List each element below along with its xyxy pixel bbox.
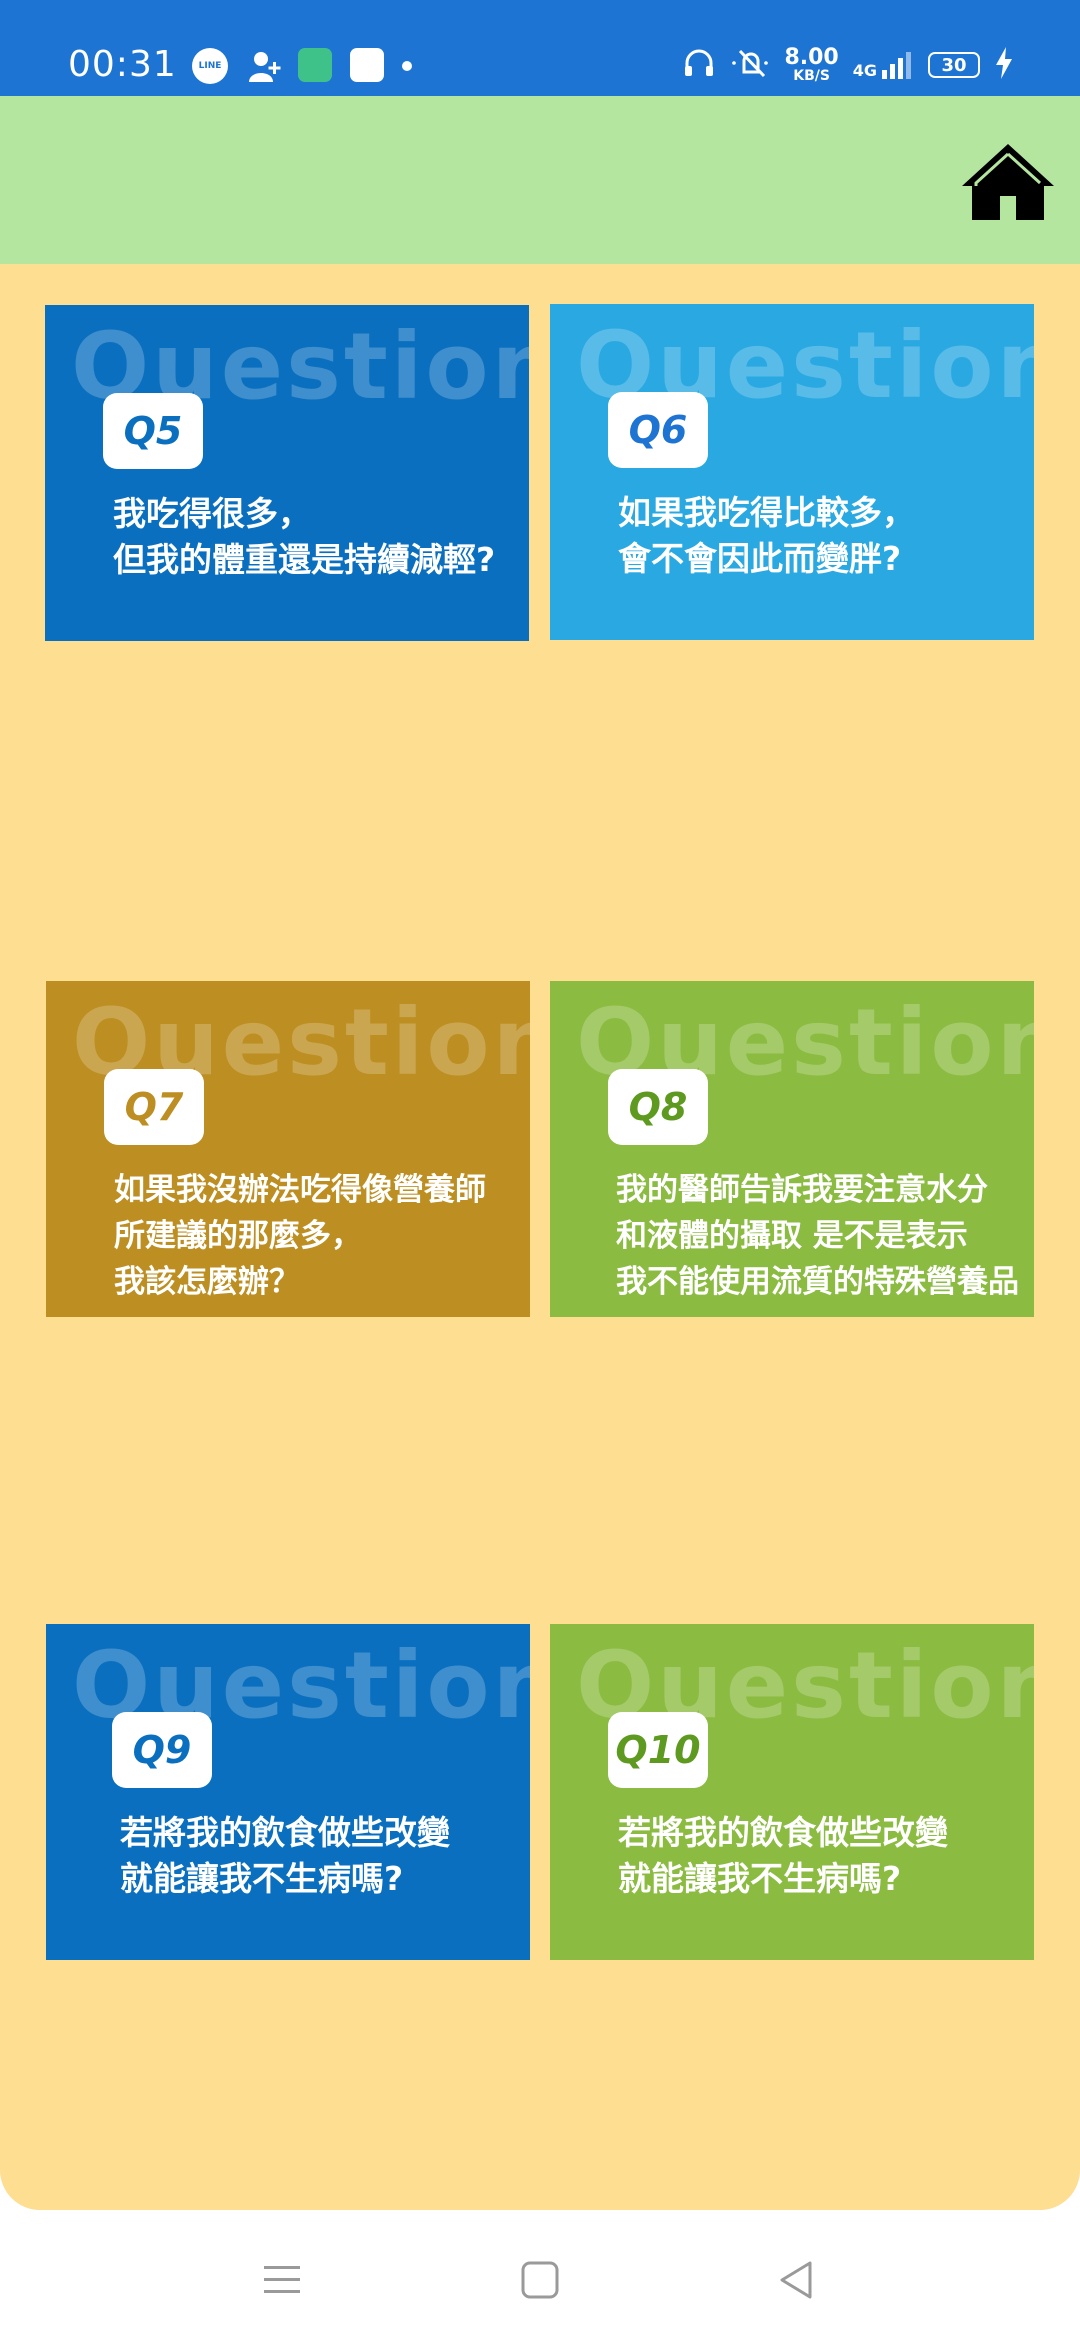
status-time: 00:31 (68, 44, 177, 85)
app-icon (298, 48, 332, 82)
question-badge: Q6 (608, 392, 708, 468)
question-text: 我吃得很多， 但我的體重還是持續減輕? (113, 494, 496, 579)
question-badge: Q5 (103, 393, 203, 469)
home-button[interactable] (958, 140, 1058, 224)
question-text: 我的醫師告訴我要注意水分 和液體的攝取 是不是表示 我不能使用流質的特殊營養品 (616, 1172, 1019, 1300)
charging-icon (994, 46, 1014, 84)
home-nav-button[interactable] (510, 2250, 570, 2310)
question-card-q7[interactable]: Question Q7 如果我沒辦法吃得像營養師 所建議的那麼多， 我該怎麼辦？ (46, 981, 530, 1317)
question-text: 如果我沒辦法吃得像營養師 所建議的那麼多， 我該怎麼辦？ (114, 1172, 486, 1300)
line-icon: LINE (192, 48, 228, 84)
home-icon (962, 144, 1054, 220)
question-badge: Q10 (608, 1712, 708, 1788)
network-speed: 8.00 KB/S (784, 45, 839, 84)
headset-icon (682, 46, 716, 84)
menu-icon (264, 2266, 300, 2293)
question-text: 若將我的飲食做些改變 就能讓我不生病嗎? (120, 1813, 450, 1898)
question-card-q9[interactable]: Question Q9 若將我的飲食做些改變 就能讓我不生病嗎? (46, 1624, 530, 1960)
question-card-q6[interactable]: Question Q6 如果我吃得比較多， 會不會因此而變胖? (550, 304, 1034, 640)
question-card-q10[interactable]: Question Q10 若將我的飲食做些改變 就能讓我不生病嗎? (550, 1624, 1034, 1960)
question-badge: Q7 (104, 1069, 204, 1145)
status-bar: 00:31 LINE 8.00 KB/S 4G 30 (0, 0, 1080, 96)
add-contact-icon (246, 48, 282, 84)
back-button[interactable] (766, 2250, 826, 2310)
question-badge: Q8 (608, 1069, 708, 1145)
header-band (0, 96, 1080, 264)
status-right: 8.00 KB/S 4G 30 (682, 42, 1014, 88)
question-badge: Q9 (112, 1712, 212, 1788)
question-text: 如果我吃得比較多， 會不會因此而變胖? (618, 493, 915, 578)
question-card-q5[interactable]: Question Q5 我吃得很多， 但我的體重還是持續減輕? (45, 305, 529, 641)
signal-icon: 4G (853, 50, 914, 80)
menu-button[interactable] (252, 2250, 312, 2310)
question-text: 若將我的飲食做些改變 就能讓我不生病嗎? (618, 1813, 948, 1898)
more-notifications-dot (402, 61, 412, 71)
question-card-q8[interactable]: Question Q8 我的醫師告訴我要注意水分 和液體的攝取 是不是表示 我不… (550, 981, 1034, 1317)
back-icon (780, 2261, 812, 2299)
home-square-icon (521, 2261, 559, 2299)
system-nav-bar (0, 2210, 1080, 2340)
mute-icon (730, 46, 770, 84)
notification-icon (350, 48, 384, 82)
battery-icon: 30 (928, 52, 980, 78)
